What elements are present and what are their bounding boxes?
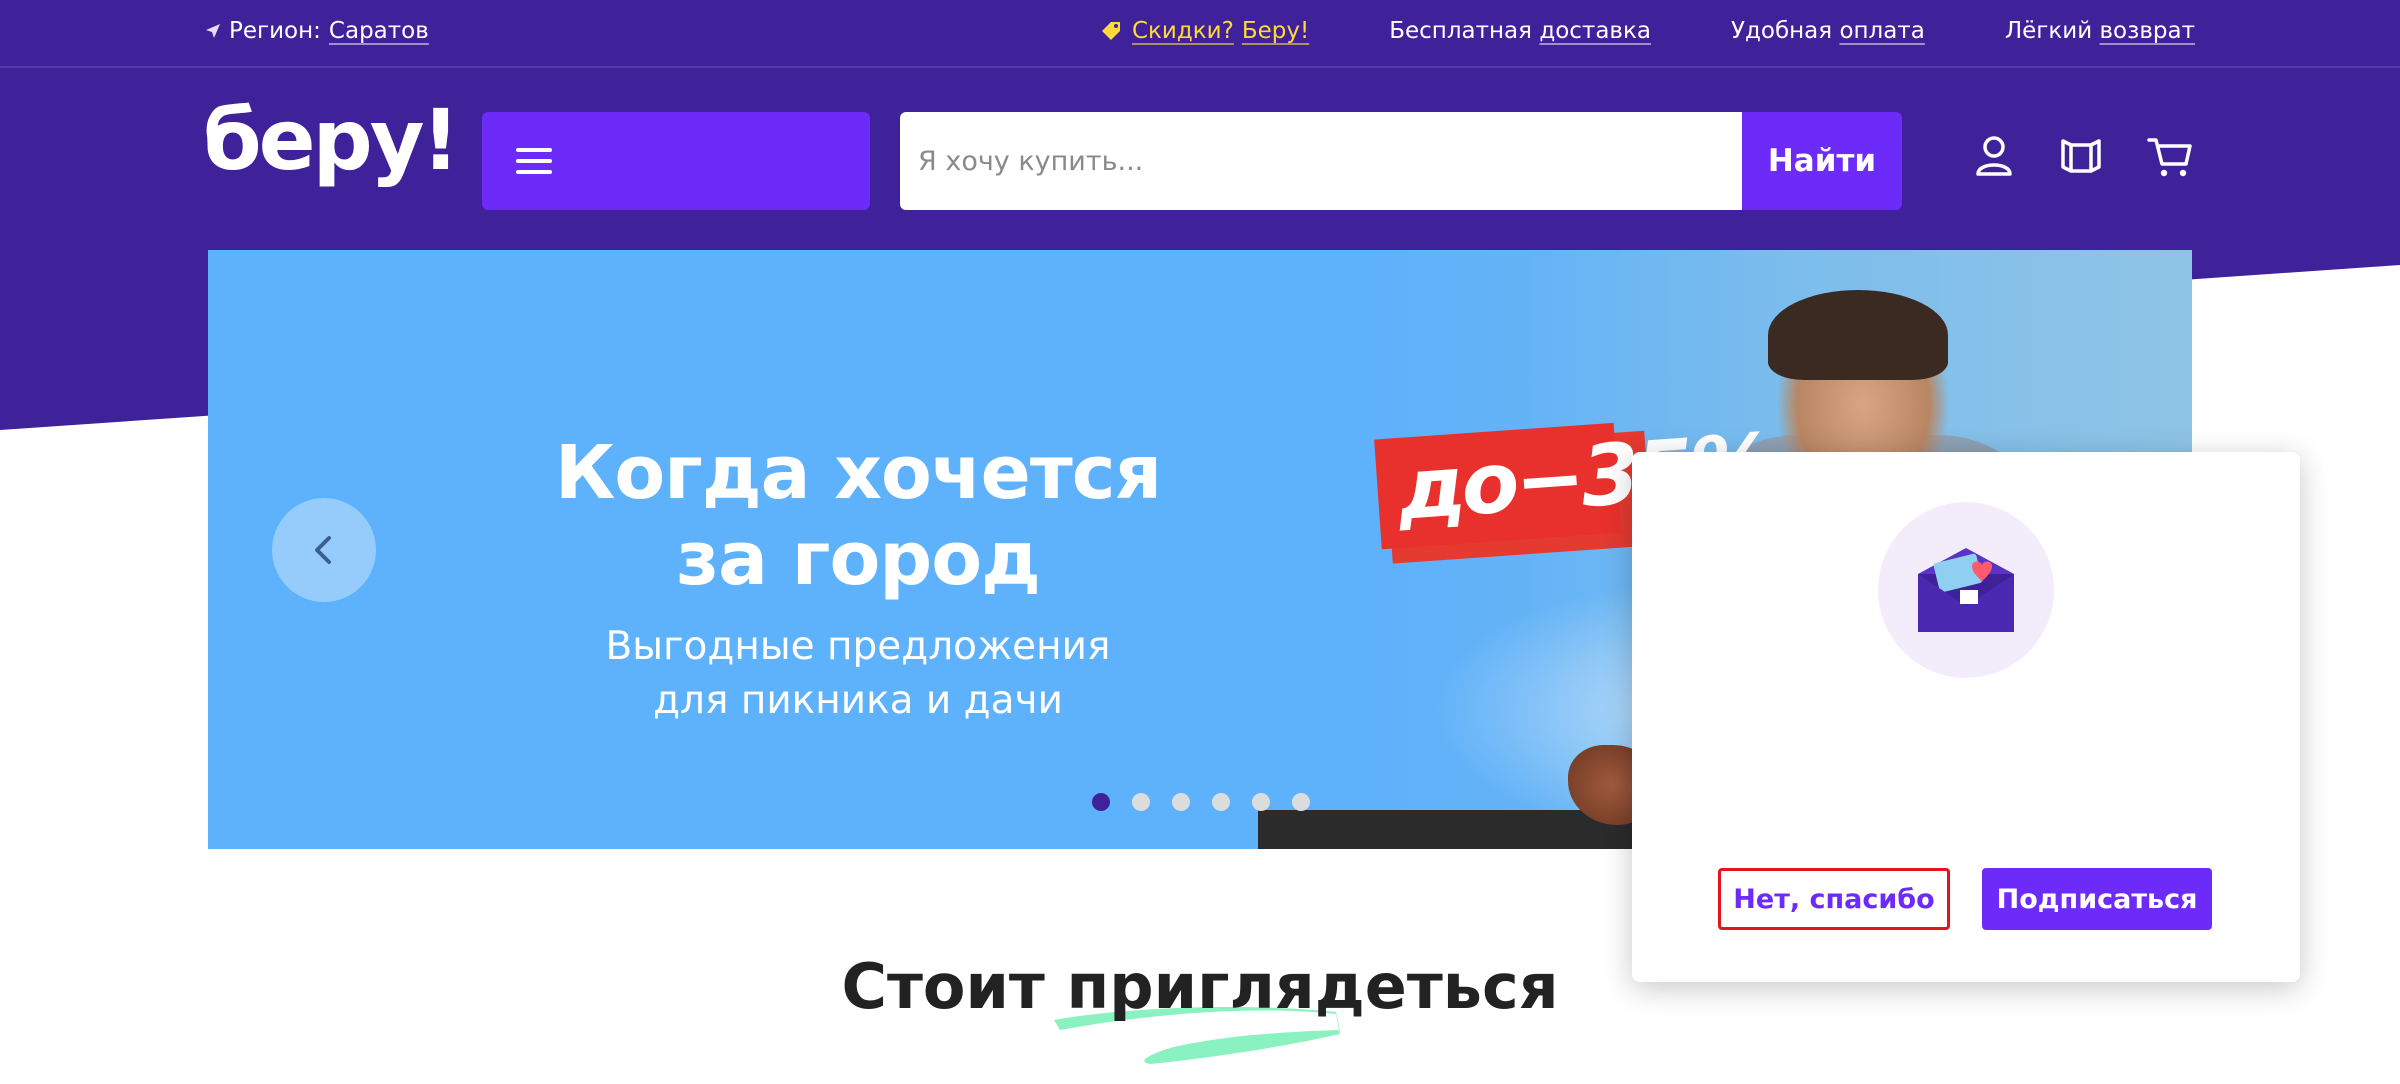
logo[interactable]: беру! — [203, 98, 460, 182]
carousel-dot[interactable] — [1132, 793, 1150, 811]
user-icon[interactable] — [1970, 132, 2018, 180]
carousel-dot[interactable] — [1092, 793, 1110, 811]
cart-icon[interactable] — [2146, 132, 2194, 180]
return-link-text-a: Лёгкий — [2004, 18, 2093, 44]
carousel-dot[interactable] — [1212, 793, 1230, 811]
promo-link[interactable]: Скидки? Беру! — [1100, 18, 1309, 44]
menu-icon — [516, 148, 552, 174]
catalog-button[interactable] — [482, 112, 870, 210]
man-hair — [1768, 290, 1948, 380]
envelope-icon — [1918, 548, 2014, 632]
banner-subtitle-line2: для пикника и дачи — [653, 678, 1063, 723]
banner-subtitle: Выгодные предложения для пикника и дачи — [508, 620, 1208, 728]
carousel-dots — [1092, 793, 1310, 811]
delivery-link[interactable]: Бесплатная доставка — [1389, 18, 1651, 44]
banner-subtitle-line1: Выгодные предложения — [605, 624, 1111, 669]
envelope-icon-background — [1878, 502, 2054, 678]
banner-title-line1: Когда хочется — [554, 430, 1162, 516]
region-value[interactable]: Саратов — [329, 18, 429, 44]
region-label: Регион: — [229, 18, 321, 44]
subscribe-popup: Нет, спасибо Подписаться — [1632, 452, 2300, 982]
delivery-link-text-a: Бесплатная — [1389, 18, 1532, 44]
compare-icon[interactable] — [2057, 132, 2105, 180]
tag-icon — [1101, 22, 1120, 40]
discount-badge: до−35% — [1374, 415, 1773, 564]
carousel-dot[interactable] — [1292, 793, 1310, 811]
location-arrow-icon — [206, 24, 220, 38]
promo-link-text-a: Скидки? — [1131, 18, 1234, 44]
subscribe-button[interactable]: Подписаться — [1982, 868, 2212, 930]
return-link-text-b: возврат — [2099, 18, 2195, 44]
promo-link-text-b: Беру! — [1241, 18, 1310, 44]
carousel-dot[interactable] — [1252, 793, 1270, 811]
search-button[interactable]: Найти — [1742, 112, 1902, 210]
top-bar: Регион: Саратов Скидки? Беру! Бесплатная… — [0, 0, 2400, 68]
payment-link-text-a: Удобная — [1730, 18, 1833, 44]
carousel-dot[interactable] — [1172, 793, 1190, 811]
banner-title: Когда хочется за город — [508, 430, 1208, 602]
decline-button[interactable]: Нет, спасибо — [1718, 868, 1950, 930]
region-selector[interactable]: Регион: Саратов — [205, 18, 429, 44]
banner-title-line2: за город — [676, 516, 1041, 602]
chevron-left-icon — [315, 536, 331, 564]
search-bar: Найти — [900, 112, 1902, 210]
banner-prev-button[interactable] — [272, 498, 376, 602]
delivery-link-text-b: доставка — [1539, 18, 1651, 44]
search-input[interactable] — [900, 112, 1742, 210]
return-link[interactable]: Лёгкий возврат — [2005, 18, 2195, 44]
payment-link-text-b: оплата — [1839, 18, 1925, 44]
payment-link[interactable]: Удобная оплата — [1731, 18, 1925, 44]
top-links: Скидки? Беру! Бесплатная доставка Удобна… — [1100, 18, 2195, 44]
